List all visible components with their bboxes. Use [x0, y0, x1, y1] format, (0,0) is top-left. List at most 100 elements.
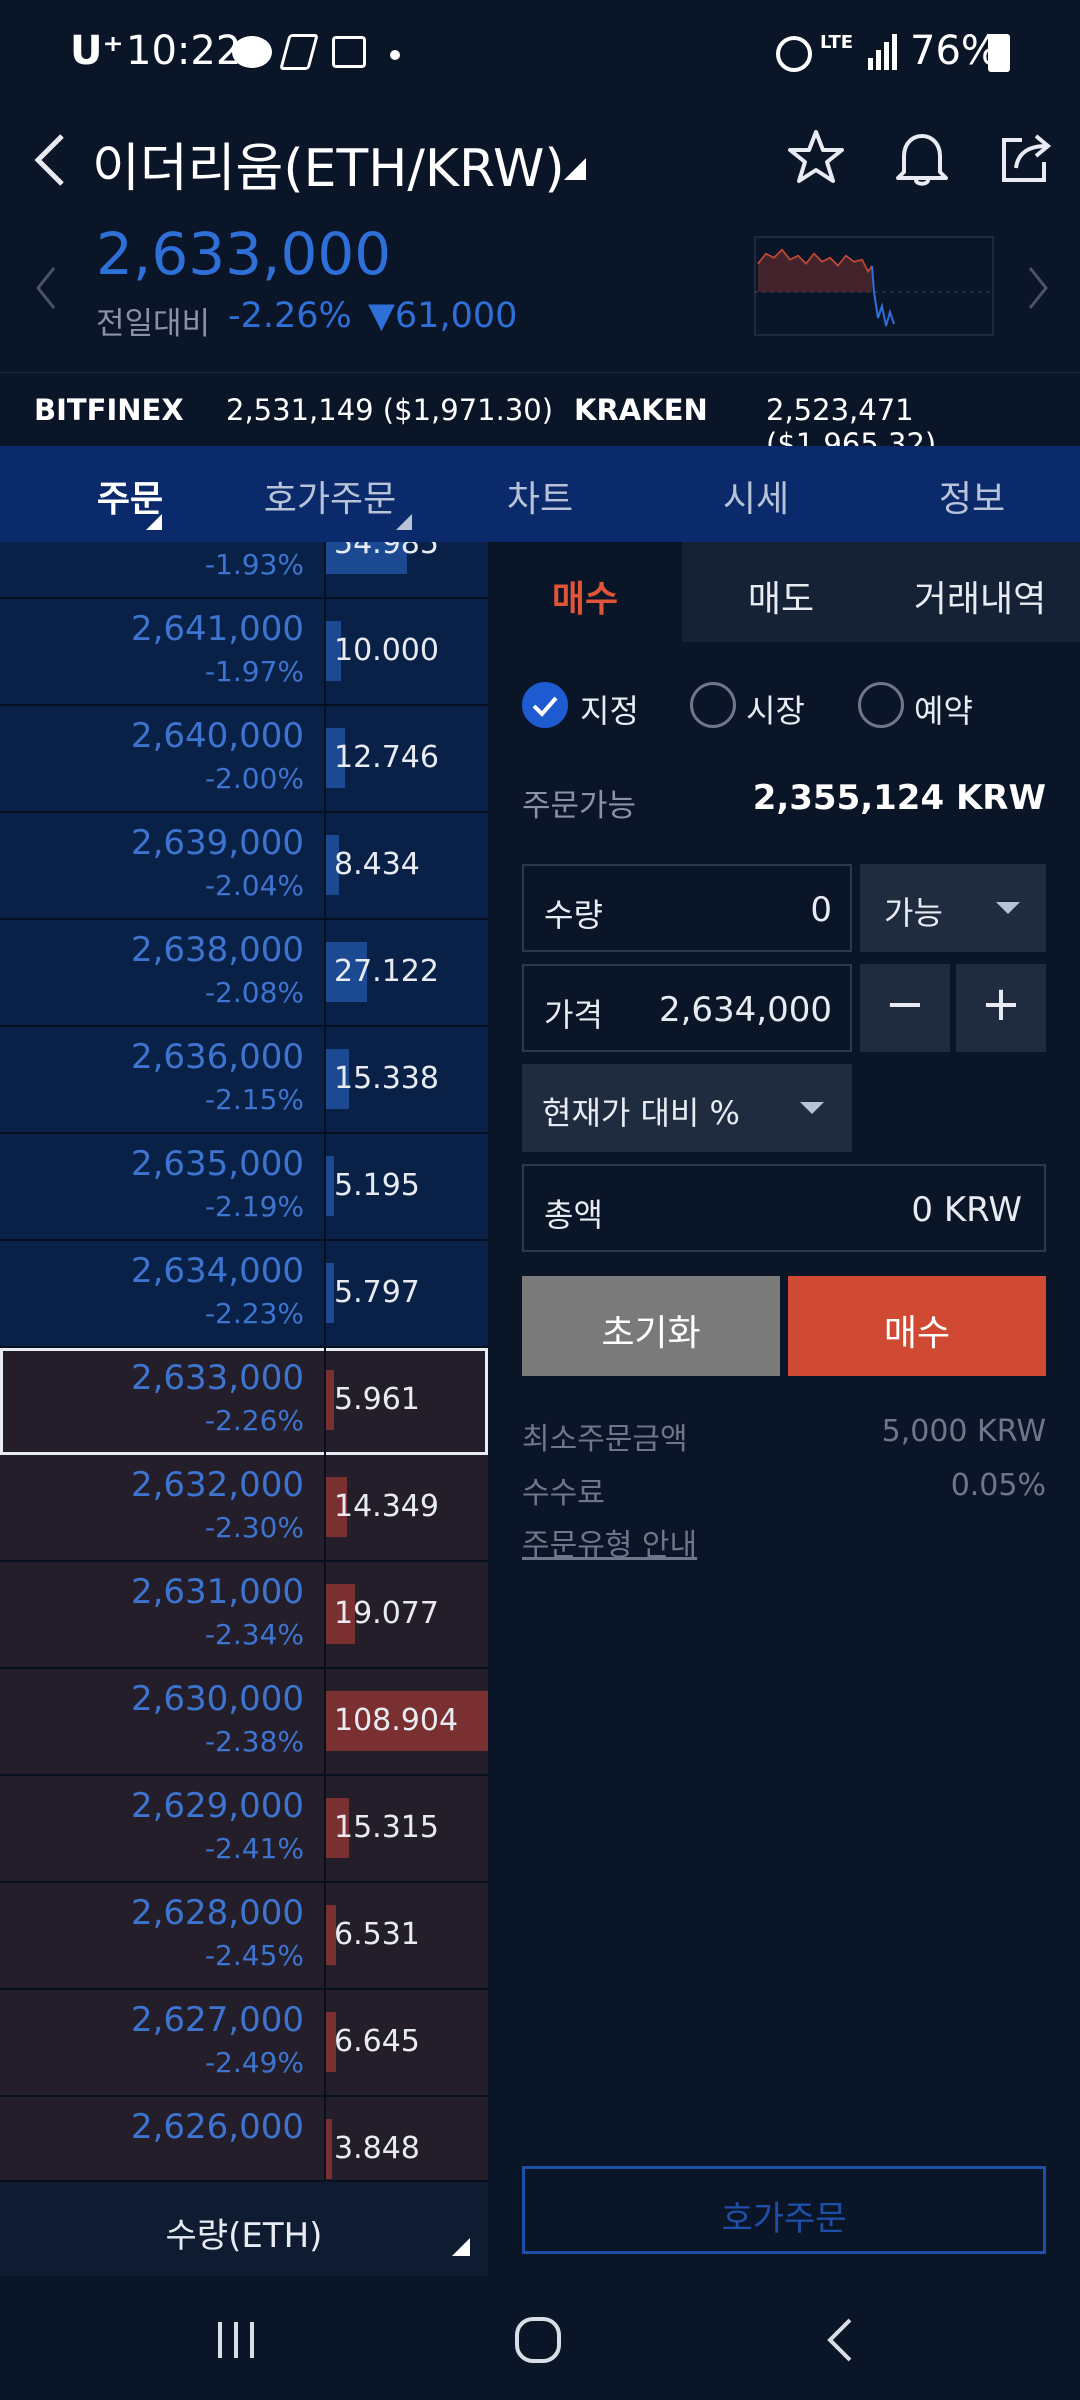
fee-label: 수수료: [522, 1476, 605, 1511]
order-book-row[interactable]: 2,630,000 -2.38% 108.904: [0, 1669, 488, 1776]
row-price: 2,640,000: [130, 716, 304, 756]
row-volume: 8.434: [334, 847, 420, 882]
next-coin-icon[interactable]: [1026, 264, 1050, 312]
bell-icon[interactable]: [892, 128, 952, 188]
battery-icon: [988, 34, 1010, 72]
order-book[interactable]: 2,642,000-1.93%54.985 2,641,000 -1.97% 10.0…: [0, 542, 488, 2180]
subtab-buy[interactable]: 매수: [488, 542, 682, 642]
order-book-row[interactable]: 2,631,000 -2.34% 19.077: [0, 1562, 488, 1669]
check-icon: [532, 696, 558, 717]
row-volume: 5.961: [334, 1382, 420, 1417]
percent-select[interactable]: 현재가 대비 %: [522, 1064, 852, 1152]
subtab-sell[interactable]: 매도: [682, 542, 880, 642]
radio-limit-label: 지정: [580, 692, 639, 730]
order-book-row[interactable]: 2,641,000 -1.97% 10.000: [0, 599, 488, 706]
row-volume: 108.904: [334, 1703, 459, 1738]
row-price: 2,632,000: [130, 1465, 304, 1505]
order-type-guide-link[interactable]: 주문유형 안내: [522, 1520, 697, 1564]
quantity-mode-select[interactable]: 가능: [860, 864, 1046, 952]
order-book-row[interactable]: 2,627,000 -2.49% 6.645: [0, 1990, 488, 2097]
order-book-row[interactable]: 2,628,000 -2.45% 6.531: [0, 1883, 488, 1990]
radio-reserve[interactable]: [858, 682, 904, 728]
price-field[interactable]: 가격 2,634,000: [522, 964, 852, 1052]
order-book-row-current[interactable]: 2,633,000 -2.26% 5.961: [0, 1348, 488, 1455]
order-book-footer[interactable]: 수량(ETH): [0, 2180, 488, 2276]
minus-icon: −: [884, 976, 926, 1032]
system-nav-bar: [0, 2276, 1080, 2400]
row-volume: 5.195: [334, 1168, 420, 1203]
row-change-percent: -2.49%: [204, 2046, 304, 2079]
volume-bar: [326, 1370, 334, 1430]
tab-info[interactable]: 정보: [912, 470, 1032, 522]
order-book-row[interactable]: 2,632,000 -2.30% 14.349: [0, 1455, 488, 1562]
row-change-percent: -2.26%: [204, 1404, 304, 1437]
price-label: 가격: [544, 996, 603, 1034]
row-price: 2,638,000: [130, 930, 304, 970]
order-book-row[interactable]: 2,636,000 -2.15% 15.338: [0, 1027, 488, 1134]
system-back-icon[interactable]: [820, 2316, 860, 2364]
percent-select-value: 현재가 대비 %: [542, 1094, 740, 1132]
reset-button[interactable]: 초기화: [522, 1276, 780, 1376]
prev-coin-icon[interactable]: [34, 264, 58, 312]
volume-bar: [326, 1156, 334, 1216]
volume-bar: [326, 2119, 332, 2179]
order-book-row[interactable]: 2,635,000 -2.19% 5.195: [0, 1134, 488, 1241]
row-price: 2,629,000: [130, 1786, 304, 1826]
order-book-row[interactable]: 2,638,000 -2.08% 27.122: [0, 920, 488, 1027]
tab-order[interactable]: 주문: [70, 470, 190, 522]
order-book-row[interactable]: 2,642,000-1.93%54.985: [0, 542, 488, 599]
share-icon[interactable]: [996, 128, 1056, 188]
row-change-percent: -2.23%: [204, 1297, 304, 1330]
row-price: 2,641,000: [130, 609, 304, 649]
quantity-value[interactable]: 0: [810, 890, 832, 930]
quantity-field[interactable]: 수량 0: [522, 864, 852, 952]
star-icon[interactable]: [786, 128, 846, 188]
tab-quote-order[interactable]: 호가주문: [240, 470, 420, 522]
order-book-row[interactable]: 2,640,000 -2.00% 12.746: [0, 706, 488, 813]
tab-market[interactable]: 시세: [696, 470, 816, 522]
row-price: 2,628,000: [130, 1893, 304, 1933]
total-field[interactable]: 총액 0 KRW: [522, 1164, 1046, 1252]
order-book-row[interactable]: 2,629,000 -2.41% 15.315: [0, 1776, 488, 1883]
current-price: 2,633,000: [96, 220, 392, 288]
total-label: 총액: [544, 1196, 603, 1234]
quantity-mode-value: 가능: [884, 894, 943, 932]
price-decrease-button[interactable]: −: [860, 964, 950, 1052]
row-change-percent: -2.30%: [204, 1511, 304, 1544]
tab-chart[interactable]: 차트: [480, 470, 600, 522]
page-title[interactable]: 이더리움(ETH/KRW): [92, 126, 565, 201]
radio-limit[interactable]: [522, 682, 568, 728]
battery-percent: 76%: [910, 28, 999, 74]
row-change-percent: -2.04%: [204, 869, 304, 902]
row-volume: 6.531: [334, 1917, 420, 1952]
order-book-row[interactable]: 2,639,000 -2.04% 8.434: [0, 813, 488, 920]
radio-reserve-label: 예약: [914, 692, 973, 730]
quote-order-button[interactable]: 호가주문: [522, 2166, 1046, 2254]
min-order-label: 최소주문금액: [522, 1422, 688, 1457]
subtab-history[interactable]: 거래내역: [880, 542, 1080, 642]
row-volume: 10.000: [334, 633, 439, 668]
home-icon[interactable]: [512, 2314, 564, 2366]
network-type: LTE: [820, 32, 854, 53]
buy-button[interactable]: 매수: [788, 1276, 1046, 1376]
radio-market[interactable]: [690, 682, 736, 728]
row-price: 2,634,000: [130, 1251, 304, 1291]
row-change-percent: -1.97%: [204, 655, 304, 688]
price-summary: 2,633,000 전일대비 -2.26% ▼61,000: [0, 220, 1080, 370]
app-header: 이더리움(ETH/KRW): [0, 110, 1080, 220]
price-value[interactable]: 2,634,000: [659, 990, 832, 1030]
recent-apps-icon[interactable]: [212, 2316, 260, 2364]
price-increase-button[interactable]: +: [956, 964, 1046, 1052]
exchange-compare-row: BITFINEX 2,531,149 ($1,971.30) KRAKEN 2,…: [0, 372, 1080, 461]
mini-chart[interactable]: [754, 236, 994, 336]
exchange-value-bitfinex: 2,531,149 ($1,971.30): [226, 393, 554, 427]
tab-order-indicator-icon: [146, 514, 162, 530]
title-dropdown-icon[interactable]: [564, 158, 586, 180]
row-price: 2,631,000: [130, 1572, 304, 1612]
order-book-row[interactable]: 2,634,000 -2.23% 5.797: [0, 1241, 488, 1348]
row-volume: 15.338: [334, 1061, 439, 1096]
row-volume: 15.315: [334, 1810, 439, 1845]
exchange-name-bitfinex: BITFINEX: [34, 393, 184, 427]
back-arrow-icon[interactable]: [28, 130, 72, 190]
order-book-row[interactable]: 2,626,000 3.848: [0, 2097, 488, 2180]
